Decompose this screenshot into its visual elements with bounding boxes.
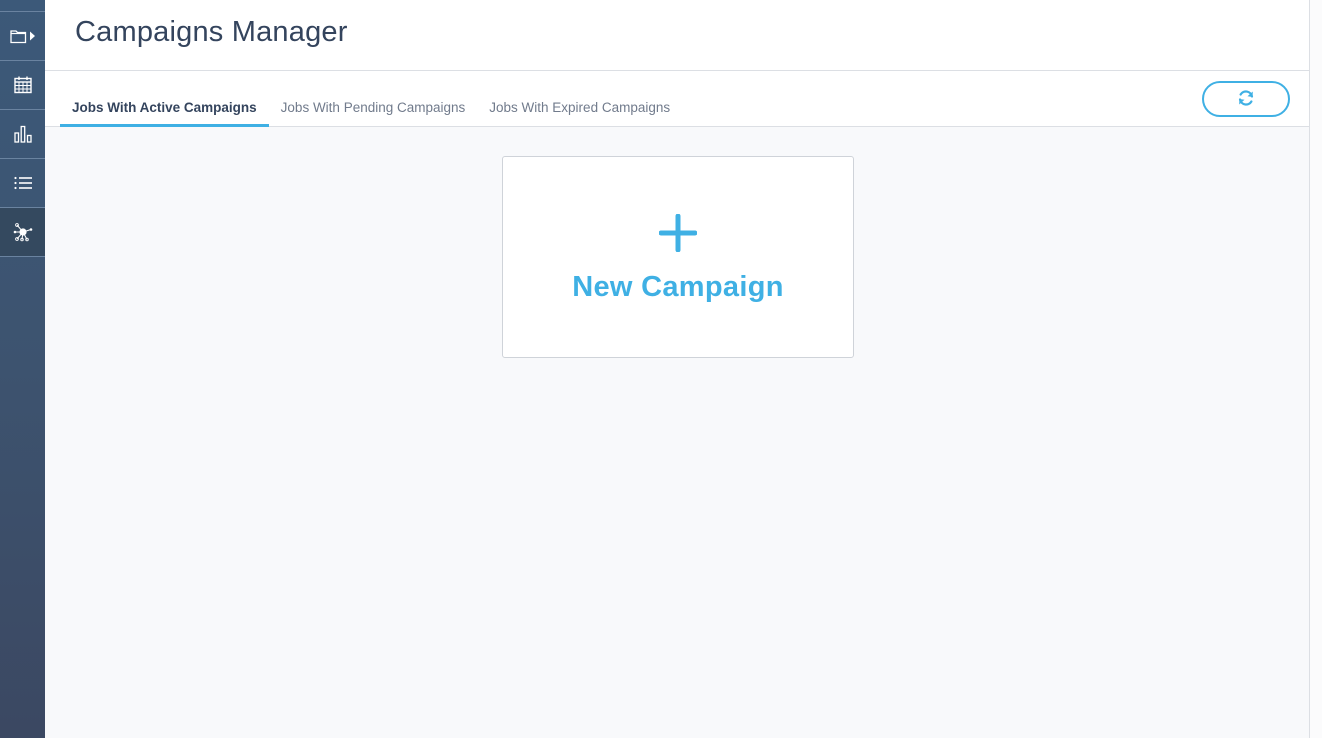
tabs: Jobs With Active Campaigns Jobs With Pen… [60, 100, 682, 127]
tab-pending-campaigns[interactable]: Jobs With Pending Campaigns [269, 100, 478, 127]
sidebar-item-list[interactable] [0, 159, 45, 208]
folder-play-icon [8, 28, 38, 44]
main-panel: Campaigns Manager Jobs With Active Campa… [45, 0, 1310, 738]
refresh-button[interactable] [1202, 81, 1290, 117]
plus-icon [658, 213, 698, 257]
page-title: Campaigns Manager [75, 15, 348, 48]
tab-active-campaigns[interactable]: Jobs With Active Campaigns [60, 100, 269, 127]
sidebar-item-campaigns[interactable] [0, 208, 45, 257]
new-campaign-card[interactable]: New Campaign [502, 156, 854, 358]
sidebar-top-spacer [0, 0, 45, 12]
app-root: Campaigns Manager Jobs With Active Campa… [0, 0, 1322, 738]
new-campaign-label: New Campaign [572, 271, 784, 303]
sidebar-item-jobs[interactable] [0, 12, 45, 61]
sidebar [0, 0, 45, 738]
sidebar-item-reports[interactable] [0, 110, 45, 159]
page-header: Campaigns Manager [45, 0, 1309, 71]
bar-chart-icon [13, 124, 33, 144]
network-hub-icon [12, 221, 34, 243]
tab-expired-campaigns[interactable]: Jobs With Expired Campaigns [477, 100, 682, 127]
tab-bar: Jobs With Active Campaigns Jobs With Pen… [45, 71, 1309, 127]
sidebar-item-calendar[interactable] [0, 61, 45, 110]
refresh-icon [1236, 88, 1256, 111]
list-icon [13, 175, 33, 191]
right-gutter [1310, 0, 1322, 738]
calendar-icon [13, 75, 33, 95]
